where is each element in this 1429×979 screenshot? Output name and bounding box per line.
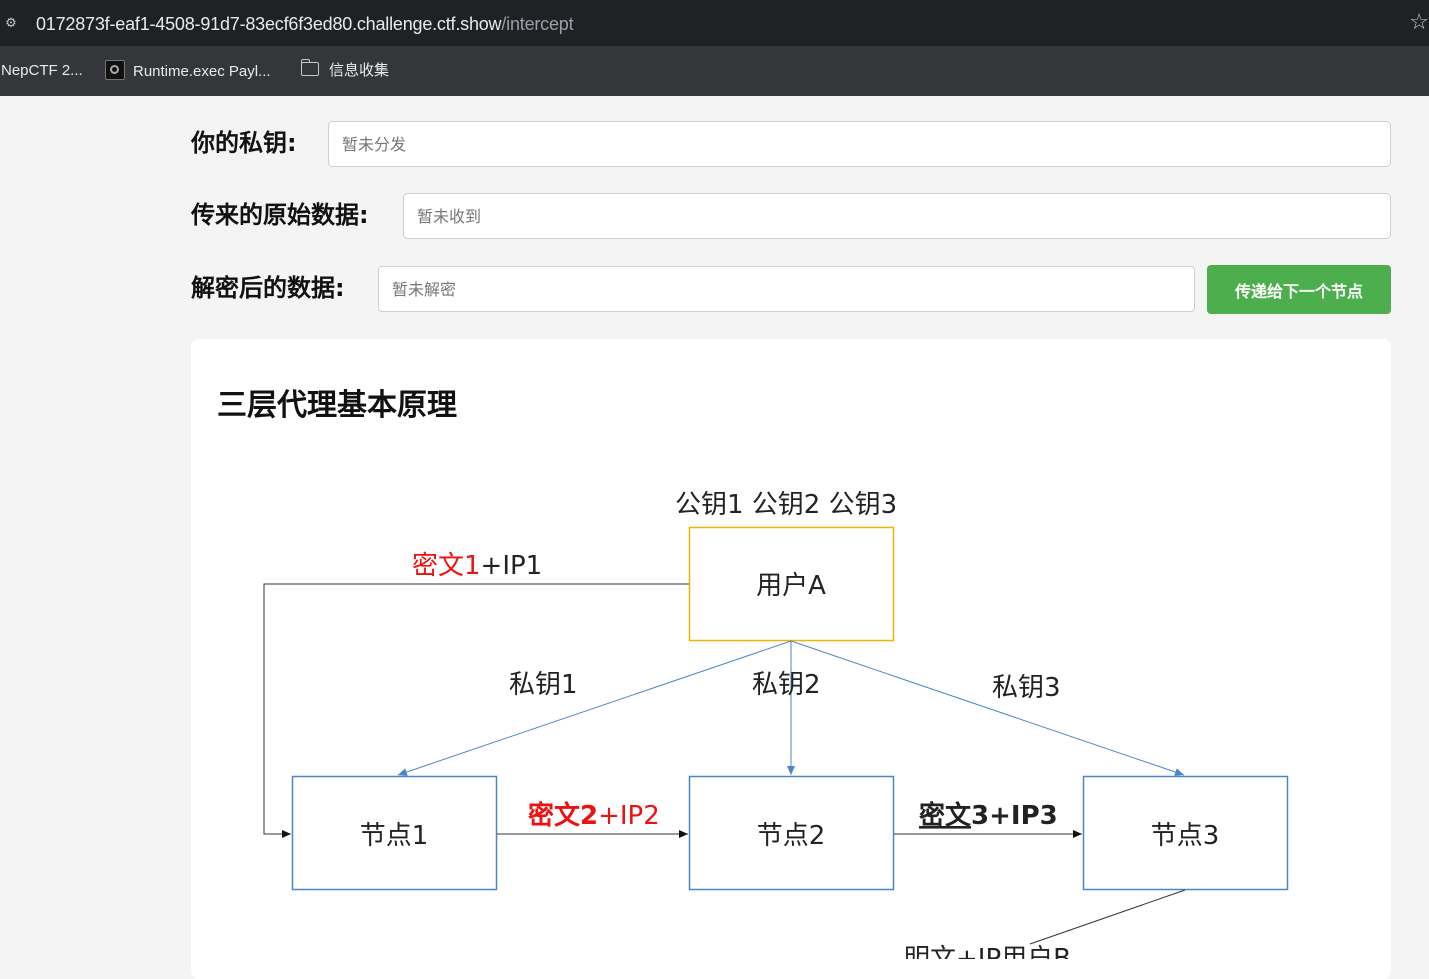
- edge3-label: 密文3+IP3: [919, 800, 1058, 831]
- bottom-partial-label: 明文+IP用户B: [904, 944, 1071, 959]
- edge2-label: 密文2+IP2: [528, 800, 660, 831]
- node1-label: 节点1: [360, 821, 429, 851]
- priv1-label: 私钥1: [509, 670, 578, 700]
- edge1-label: 密文1+IP1: [412, 551, 542, 581]
- public-keys-text: 公钥1 公钥2 公钥3: [675, 490, 897, 520]
- node3-label: 节点3: [1151, 821, 1220, 851]
- priv3-line: [790, 640, 1185, 776]
- priv3-label: 私钥3: [992, 673, 1061, 703]
- edge-node3-to-user-b: [1029, 889, 1186, 945]
- proxy-diagram: 公钥1 公钥2 公钥3 用户A 密文1+IP1 私钥1 私钥2 私钥3 节点1 …: [263, 490, 1289, 959]
- user-a-label: 用户A: [756, 571, 826, 601]
- priv1-line: [397, 640, 792, 776]
- node2-label: 节点2: [757, 821, 826, 851]
- priv2-label: 私钥2: [752, 670, 821, 700]
